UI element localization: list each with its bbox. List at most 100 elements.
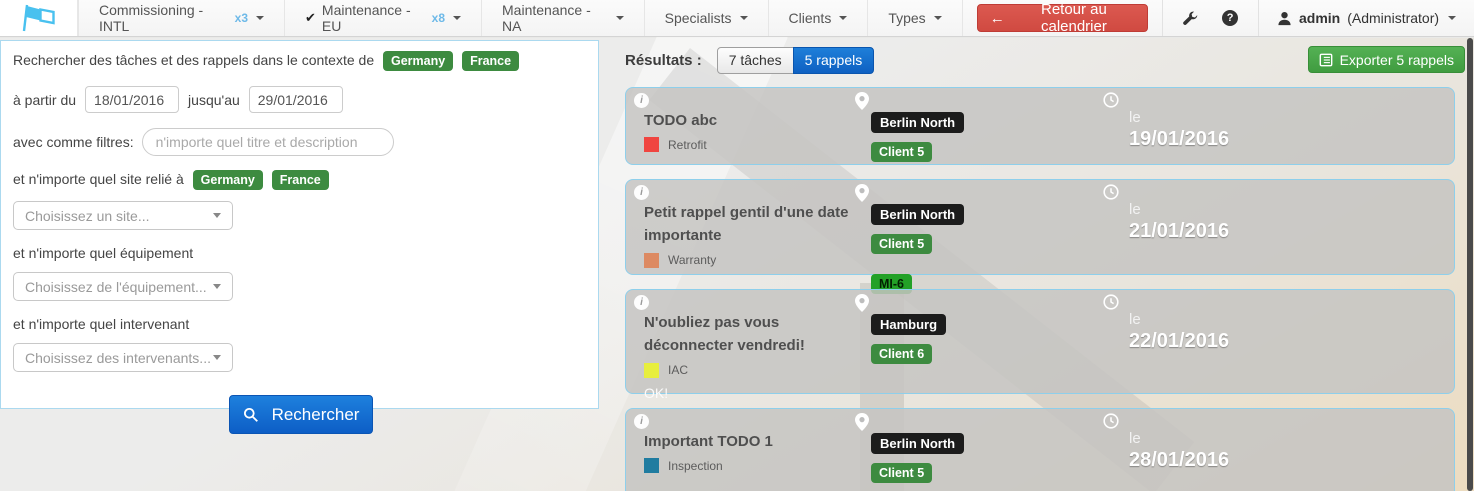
reminder-card[interactable]: i Important TODO 1 Inspection (625, 408, 1455, 491)
from-date-input[interactable] (85, 86, 179, 113)
chevron-down-icon (213, 213, 221, 218)
info-icon[interactable]: i (634, 414, 649, 429)
clock-icon (1103, 294, 1119, 313)
flag-logo-icon (17, 2, 59, 34)
client-badge: Client 6 (871, 344, 932, 364)
reminders-toggle-button[interactable]: 5 rappels (793, 47, 875, 74)
navbar-icon-group: ? (1163, 10, 1258, 26)
tasks-toggle-button[interactable]: 7 tâches (717, 47, 794, 74)
type-color-swatch (644, 458, 659, 473)
date-prefix: le (1129, 109, 1440, 126)
context-row: Rechercher des tâches et des rappels dan… (13, 51, 586, 71)
nav-menu-specialists[interactable]: Specialists (645, 0, 769, 36)
site-badge-france: France (272, 170, 329, 190)
location-pin-icon (855, 184, 869, 205)
site-label: et n'importe quel site relié à (13, 171, 184, 187)
nav-menu-label: Types (888, 10, 925, 26)
reminder-card[interactable]: i Petit rappel gentil d'une date importa… (625, 179, 1455, 275)
nav-menu-label: Specialists (665, 10, 732, 26)
search-button-label: Rechercher (272, 405, 360, 425)
nav-menu-label: Clients (789, 10, 832, 26)
chevron-down-icon (616, 16, 624, 20)
back-to-calendar-label: Retour au calendrier (1013, 1, 1135, 35)
from-date-label: à partir du (13, 92, 76, 108)
title-description-input[interactable] (142, 128, 394, 156)
card-title: Petit rappel gentil d'une date important… (644, 201, 871, 248)
type-color-swatch (644, 137, 659, 152)
intervenant-select-value: Choisissez des intervenants... (25, 350, 211, 366)
card-badges-column: Hamburg Client 6 (871, 311, 1109, 385)
card-type-row: IAC (644, 363, 871, 378)
card-title: Important TODO 1 (644, 430, 871, 453)
card-type-row: Warranty (644, 253, 871, 268)
nav-menu-types[interactable]: Types (868, 0, 962, 36)
nav-menu-count: x8 (432, 11, 445, 25)
nav-menu-label: Maintenance - EU (322, 2, 426, 34)
context-label: Rechercher des tâches et des rappels dan… (13, 52, 374, 68)
chevron-down-icon (839, 16, 847, 20)
date-value: 22/01/2016 (1129, 330, 1440, 353)
card-type-row: Retrofit (644, 137, 871, 152)
card-date-column: le 19/01/2016 (1109, 109, 1440, 156)
clock-icon (1103, 184, 1119, 203)
date-prefix: le (1129, 311, 1440, 328)
site-select[interactable]: Choisissez un site... (13, 201, 233, 230)
date-value: 21/01/2016 (1129, 220, 1440, 243)
date-value: 19/01/2016 (1129, 128, 1440, 151)
card-main-column: N'oubliez pas vous déconnecter vendredi!… (644, 311, 871, 385)
nav-menu-label: Commissioning - INTL (99, 2, 229, 34)
user-menu[interactable]: admin (Administrator) (1259, 10, 1474, 26)
chevron-down-icon (453, 16, 461, 20)
date-range-row: à partir du jusqu'au (13, 86, 586, 113)
user-icon (1277, 11, 1292, 26)
search-filter-panel: Rechercher des tâches et des rappels dan… (0, 40, 599, 409)
reminder-cards-list: i TODO abc Retrofit (625, 87, 1455, 491)
info-icon[interactable]: i (634, 295, 649, 310)
search-button[interactable]: Rechercher (229, 395, 373, 434)
results-title: Résultats : (625, 52, 702, 69)
info-icon[interactable]: i (634, 185, 649, 200)
clock-icon (1103, 92, 1119, 111)
app-window: Commissioning - INTL x3 ✔ Maintenance - … (0, 0, 1474, 491)
intervenant-select[interactable]: Choisissez des intervenants... (13, 343, 233, 372)
nav-menu-maintenance-na[interactable]: Maintenance - NA (482, 0, 645, 36)
help-icon[interactable]: ? (1222, 10, 1238, 26)
equipment-select-value: Choisissez de l'équipement... (25, 279, 207, 295)
chevron-down-icon (213, 284, 221, 289)
results-header: Résultats : 7 tâches 5 rappels Exporter … (625, 46, 1465, 74)
title-filter-row: avec comme filtres: (13, 128, 586, 156)
equipment-label: et n'importe quel équipement (13, 245, 586, 261)
clock-icon (1103, 413, 1119, 432)
card-badges-column: Berlin North Client 5 (871, 430, 1109, 489)
nav-menu-label: Maintenance - NA (502, 2, 608, 34)
chevron-down-icon (740, 16, 748, 20)
date-prefix: le (1129, 430, 1440, 447)
info-icon[interactable]: i (634, 93, 649, 108)
filters-label: avec comme filtres: (13, 134, 134, 150)
to-date-input[interactable] (249, 86, 343, 113)
vertical-scrollbar[interactable] (1467, 38, 1473, 491)
export-button-label: Exporter 5 rappels (1340, 52, 1454, 68)
reminder-card[interactable]: i N'oubliez pas vous déconnecter vendred… (625, 289, 1455, 394)
to-date-label: jusqu'au (188, 92, 240, 108)
card-title: N'oubliez pas vous déconnecter vendredi! (644, 311, 871, 358)
app-logo[interactable] (0, 0, 78, 36)
site-badge-germany: Germany (193, 170, 263, 190)
client-badge: Client 5 (871, 234, 932, 254)
wrench-icon[interactable] (1183, 11, 1198, 26)
location-pin-icon (855, 92, 869, 113)
arrow-left-icon: ← (990, 10, 1005, 27)
nav-menu-count: x3 (235, 11, 248, 25)
intervenant-label: et n'importe quel intervenant (13, 316, 586, 332)
nav-menu-commissioning-intl[interactable]: Commissioning - INTL x3 (78, 0, 285, 36)
nav-menu-maintenance-eu[interactable]: ✔ Maintenance - EU x8 (285, 0, 482, 36)
date-value: 28/01/2016 (1129, 449, 1440, 472)
client-badge: Client 5 (871, 142, 932, 162)
export-reminders-button[interactable]: Exporter 5 rappels (1308, 46, 1465, 73)
nav-menu-clients[interactable]: Clients (769, 0, 869, 36)
equipment-select[interactable]: Choisissez de l'équipement... (13, 272, 233, 301)
back-to-calendar-button[interactable]: ← Retour au calendrier (977, 4, 1148, 32)
reminder-card[interactable]: i TODO abc Retrofit (625, 87, 1455, 165)
card-badges-column: Berlin North Client 5 MI-6 (871, 201, 1109, 266)
chevron-down-icon (934, 16, 942, 20)
